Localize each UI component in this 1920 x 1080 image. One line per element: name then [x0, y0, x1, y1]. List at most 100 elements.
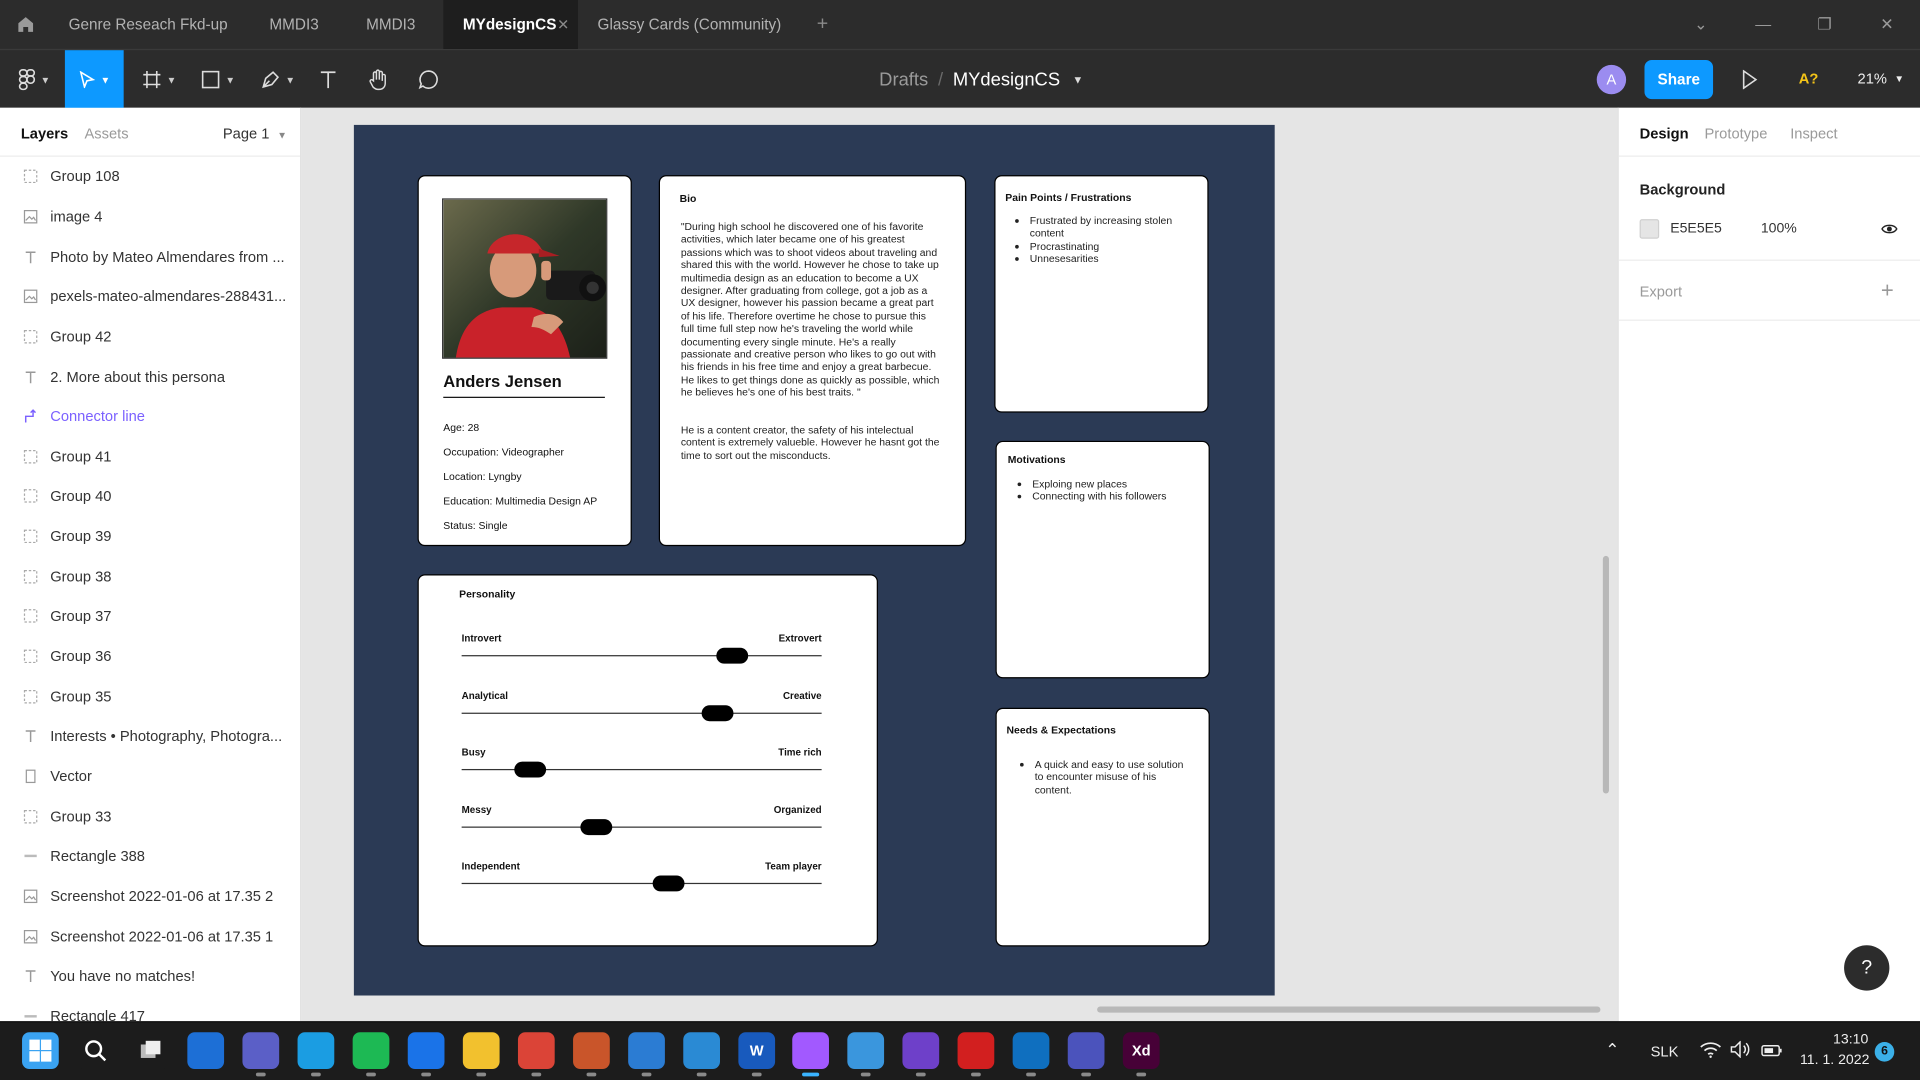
task-view-app[interactable] [132, 1032, 169, 1069]
frame-tool-button[interactable]: ▼ [130, 50, 189, 109]
layer-item[interactable]: Rectangle 417 [0, 996, 300, 1021]
add-export-icon[interactable]: + [1881, 278, 1894, 304]
background-swatch[interactable] [1639, 219, 1660, 239]
layer-item[interactable]: Screenshot 2022-01-06 at 17.35 1 [0, 916, 300, 956]
layers-scrollbar[interactable] [295, 157, 299, 1014]
notepad-app[interactable] [847, 1032, 885, 1077]
layer-item[interactable]: Group 36 [0, 636, 300, 676]
personality-card[interactable]: Personality Introvert Extrovert Analytical… [417, 574, 878, 947]
breadcrumb-parent[interactable]: Drafts [879, 69, 928, 90]
slider-knob[interactable] [652, 875, 685, 892]
figma-app[interactable] [792, 1032, 829, 1077]
ai-button[interactable]: A? [1799, 70, 1819, 87]
tab-3[interactable]: MYdesignCS [463, 0, 557, 49]
start-button[interactable] [22, 1032, 59, 1069]
tab-2[interactable]: MMDI3 [366, 0, 415, 49]
play-icon[interactable] [1741, 69, 1758, 96]
background-hex-input[interactable]: E5E5E5 [1670, 222, 1722, 237]
layer-item[interactable]: Group 42 [0, 317, 300, 357]
layer-item[interactable]: Group 37 [0, 596, 300, 636]
layer-item[interactable]: You have no matches! [0, 956, 300, 996]
main-menu-button[interactable]: ▼ [5, 50, 64, 109]
tab-prototype[interactable]: Prototype [1704, 125, 1767, 142]
word-app[interactable]: W [738, 1032, 776, 1077]
tab-design[interactable]: Design [1640, 125, 1689, 142]
move-tool-button[interactable]: ▼ [64, 50, 124, 109]
layer-item[interactable]: pexels-mateo-almendares-288431... [0, 277, 300, 317]
file-explorer-app[interactable] [462, 1032, 500, 1077]
vscode-app[interactable] [1012, 1032, 1050, 1077]
slider-knob[interactable] [715, 647, 748, 664]
chrome-app[interactable] [517, 1032, 555, 1077]
share-button[interactable]: Share [1644, 60, 1714, 100]
chevron-down-icon[interactable]: ⌄ [1691, 15, 1711, 35]
layer-item[interactable]: Group 35 [0, 676, 300, 716]
background-opacity-input[interactable]: 100% [1761, 222, 1797, 237]
teams-chat-app[interactable] [242, 1032, 280, 1077]
layer-item[interactable]: Group 33 [0, 796, 300, 836]
restore-icon[interactable]: ❐ [1815, 15, 1835, 35]
layer-item[interactable]: Interests • Photography, Photogra... [0, 716, 300, 756]
comment-tool-button[interactable] [399, 50, 458, 109]
close-tab-icon[interactable]: ✕ [557, 16, 569, 33]
home-icon[interactable] [16, 15, 36, 35]
zoom-menu[interactable]: 21% ▼ [1858, 70, 1904, 87]
canvas-vertical-scrollbar[interactable] [1602, 555, 1609, 794]
page-selector[interactable]: Page 1 ▼ [223, 125, 287, 142]
slider-knob[interactable] [701, 704, 734, 721]
layer-item[interactable]: Screenshot 2022-01-06 at 17.35 2 [0, 876, 300, 916]
mail-app[interactable] [407, 1032, 445, 1077]
teams-app[interactable] [1067, 1032, 1105, 1077]
layer-item[interactable]: image 4 [0, 197, 300, 237]
language-indicator[interactable]: SLK [1651, 1043, 1679, 1060]
shape-tool-button[interactable]: ▼ [189, 50, 248, 109]
slider-knob[interactable] [580, 818, 613, 835]
paint-app[interactable] [573, 1032, 610, 1077]
layer-item[interactable]: Group 108 [0, 157, 300, 197]
tab-1[interactable]: MMDI3 [269, 0, 318, 49]
needs-card[interactable]: Needs & Expectations A quick and easy to… [995, 707, 1210, 947]
edge-app[interactable] [297, 1032, 335, 1077]
tab-assets[interactable]: Assets [84, 125, 128, 142]
github-app[interactable] [902, 1032, 940, 1077]
bio-card[interactable]: Bio "During high school he discovered on… [658, 175, 967, 547]
clock-date[interactable]: 11. 1. 2022 [1800, 1053, 1869, 1068]
wifi-icon[interactable] [1700, 1041, 1722, 1064]
layer-item[interactable]: Group 39 [0, 517, 300, 557]
chevron-down-icon[interactable]: ▼ [1072, 73, 1083, 85]
spotify-app[interactable] [352, 1032, 390, 1077]
clock-time[interactable]: 13:10 [1833, 1032, 1868, 1047]
tab-0[interactable]: Genre Reseach Fkd-up [69, 0, 228, 49]
calendar-app[interactable] [628, 1032, 665, 1077]
tab-4[interactable]: Glassy Cards (Community) [598, 0, 782, 49]
widgets-app[interactable] [187, 1032, 225, 1069]
search-app[interactable] [77, 1032, 114, 1069]
layer-item[interactable]: Group 41 [0, 437, 300, 477]
minimize-icon[interactable]: — [1753, 15, 1773, 35]
pain-points-card[interactable]: Pain Points / Frustrations Frustrated by… [994, 175, 1209, 413]
motivations-card[interactable]: Motivations Exploing new placesConnectin… [995, 440, 1210, 679]
layer-item[interactable]: Rectangle 388 [0, 836, 300, 876]
eye-icon[interactable] [1881, 220, 1898, 242]
persona-frame[interactable]: Anders Jensen Age: 28 Occupation: Videogr… [353, 124, 1275, 996]
file-name[interactable]: MYdesignCS [953, 69, 1060, 90]
close-window-icon[interactable]: ✕ [1877, 15, 1897, 35]
layer-item[interactable]: Photo by Mateo Almendares from ... [0, 237, 300, 277]
volume-icon[interactable] [1730, 1040, 1752, 1064]
help-button[interactable]: ? [1844, 945, 1890, 991]
battery-icon[interactable] [1761, 1042, 1783, 1064]
layer-item[interactable]: Connector line [0, 397, 300, 437]
canvas-horizontal-scrollbar[interactable] [1097, 1006, 1601, 1013]
slider-knob[interactable] [514, 761, 546, 778]
acrobat-app[interactable] [957, 1032, 995, 1077]
layer-item[interactable]: 2. More about this persona [0, 357, 300, 397]
tab-inspect[interactable]: Inspect [1790, 125, 1837, 142]
profile-card[interactable]: Anders Jensen Age: 28 Occupation: Videogr… [417, 175, 632, 547]
add-tab-button[interactable]: + [817, 0, 828, 49]
layer-item[interactable]: Group 40 [0, 477, 300, 517]
avatar[interactable]: A [1596, 64, 1627, 95]
layer-item[interactable]: Group 38 [0, 557, 300, 597]
photos-app[interactable] [683, 1032, 720, 1077]
tab-layers[interactable]: Layers [21, 125, 68, 142]
xd-app[interactable]: Xd [1122, 1032, 1160, 1077]
